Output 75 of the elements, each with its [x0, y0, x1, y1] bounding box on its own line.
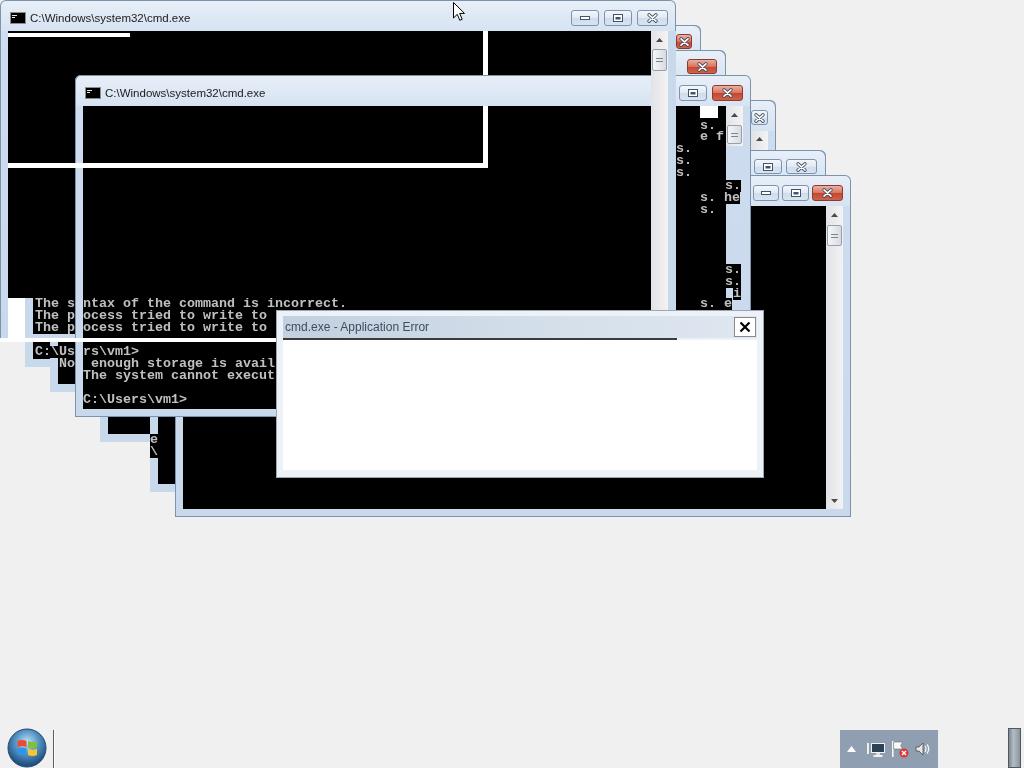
- window-title: C:\Windows\system32\cmd.exe: [105, 86, 266, 100]
- close-icon: [696, 61, 708, 72]
- up-arrow-icon: [731, 112, 738, 117]
- console-text: No: [59, 358, 75, 370]
- console-icon: [85, 87, 101, 99]
- glitch-block: [8, 298, 33, 338]
- caret-up-icon[interactable]: [847, 746, 856, 752]
- console-text: s.: [700, 204, 716, 216]
- close-icon: [796, 161, 807, 172]
- console-text: s.: [700, 120, 716, 132]
- monitor-icon[interactable]: [867, 741, 885, 757]
- down-arrow-icon: [831, 498, 838, 503]
- console-text: s.: [725, 276, 741, 288]
- window-title: C:\Windows\system32\cmd.exe: [30, 11, 191, 25]
- close-icon: [739, 321, 751, 333]
- maximize-icon: [790, 189, 801, 197]
- scroll-thumb[interactable]: [827, 225, 842, 246]
- console-text: The s: [35, 298, 75, 310]
- console-text: s. e: [700, 298, 732, 310]
- close-button[interactable]: [812, 185, 843, 201]
- close-icon: [647, 13, 658, 23]
- console-text: e f: [700, 131, 724, 143]
- minimize-button[interactable]: [571, 10, 599, 26]
- maximize-button[interactable]: [754, 159, 782, 174]
- console-line: rs\vm1>: [83, 346, 139, 358]
- close-button[interactable]: [751, 110, 768, 125]
- close-button[interactable]: [712, 85, 743, 101]
- console-text: s.: [676, 167, 692, 179]
- console-line: ocess tried to write to: [83, 310, 267, 322]
- console-text: s.: [725, 180, 741, 192]
- close-icon: [754, 112, 765, 123]
- maximize-icon: [613, 14, 623, 22]
- up-arrow-icon: [656, 37, 663, 42]
- glitch-block: [700, 106, 718, 118]
- maximize-icon: [763, 162, 773, 171]
- start-button[interactable]: [7, 728, 47, 768]
- console-text: s.: [725, 264, 741, 276]
- minimize-icon: [761, 191, 771, 195]
- dialog-title: cmd.exe - Application Error: [285, 320, 430, 334]
- close-button[interactable]: [687, 59, 717, 74]
- close-icon: [678, 36, 690, 47]
- maximize-button[interactable]: [679, 85, 707, 101]
- up-arrow-icon: [756, 137, 763, 141]
- close-icon: [822, 188, 833, 198]
- console-text: e: [150, 434, 158, 446]
- maximize-button[interactable]: [604, 10, 632, 26]
- console-text: s.: [676, 143, 692, 155]
- console-line: The system cannot execut: [83, 370, 275, 382]
- flag-icon[interactable]: [891, 740, 909, 758]
- speaker-icon[interactable]: [915, 741, 931, 757]
- close-button[interactable]: [676, 34, 692, 49]
- scroll-thumb[interactable]: [727, 125, 742, 144]
- cursor-icon: [453, 2, 465, 21]
- console-line: C:\Users\vm1>: [83, 394, 187, 406]
- console-text: s.: [676, 155, 692, 167]
- orb-icon: [7, 728, 47, 768]
- up-arrow-icon: [831, 212, 838, 217]
- console-text: The p: [35, 322, 75, 334]
- console-text: \: [150, 446, 158, 458]
- console-line: ocess tried to write to: [83, 322, 267, 334]
- console-text: i: [733, 288, 741, 300]
- console-icon: [10, 12, 26, 24]
- scroll-thumb[interactable]: [652, 49, 667, 71]
- minimize-icon: [580, 16, 590, 20]
- console-line: enough storage is avail: [91, 358, 275, 370]
- console-text: s. he: [700, 192, 740, 204]
- maximize-icon: [688, 89, 698, 97]
- show-desktop-button[interactable]: [1008, 728, 1021, 768]
- maximize-button[interactable]: [782, 185, 809, 201]
- console-text: C:\Us: [35, 346, 75, 358]
- close-button[interactable]: [734, 317, 756, 337]
- console-text: The p: [35, 310, 75, 322]
- console-line: ntax of the command is incorrect.: [83, 298, 347, 310]
- close-icon: [722, 88, 733, 98]
- minimize-button[interactable]: [753, 185, 779, 201]
